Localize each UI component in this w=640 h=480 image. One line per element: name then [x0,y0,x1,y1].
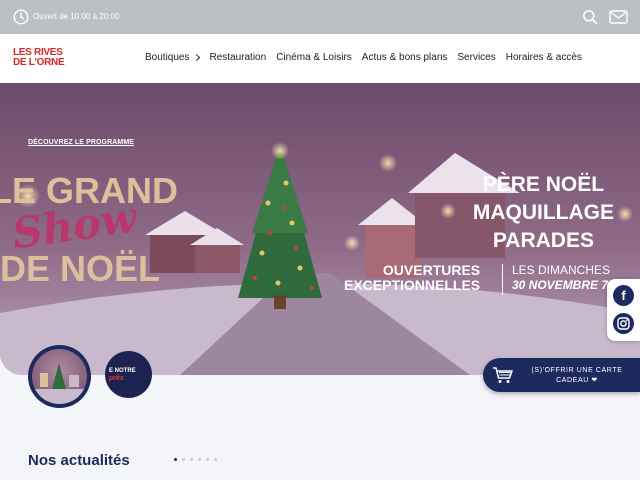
hero-program-item: PÈRE NOËL [482,173,605,196]
news-section-title: Nos actualités [28,452,130,469]
hero-program-item: PARADES [492,229,594,252]
social-sidebar: f [607,279,640,341]
carousel-dot[interactable] [214,458,217,461]
hero-days-text: LES DIMANCHES 30 NOVEMBRE 7, [512,263,612,292]
logo-line-2: DE L'ORNE [13,57,65,68]
nav-item-horaires-acces[interactable]: Horaires & accès [506,52,582,63]
carousel-dot[interactable] [206,458,209,461]
hero-program-item: MAQUILLAGE [472,201,614,224]
facebook-icon[interactable]: f [613,285,634,306]
top-info-bar: Ouvert de 10:00 à 20:00 [0,0,640,34]
hero-openings-text: OUVERTURES EXCEPTIONNELLES [344,262,481,293]
gift-card-label: (S)'OFFRIR UNE CARTE CADEAU ❤ [531,367,623,384]
main-nav: Boutiques Restauration Cinéma & Loisirs … [145,52,592,63]
hero-program-list: PÈRE NOËL MAQUILLAGE PARADES [473,171,614,255]
main-navbar: LES RIVES DE L'ORNE Boutiques Restaurati… [0,34,640,83]
carousel-dot[interactable] [190,458,193,461]
hero-title-line-2: DE NOËL [0,248,161,289]
search-icon[interactable] [582,9,598,25]
carousel-dot[interactable] [174,458,177,461]
nav-item-restauration[interactable]: Restauration [209,52,266,63]
site-logo[interactable]: LES RIVES DE L'ORNE [13,48,67,70]
chevron-right-icon [193,53,201,62]
gift-card-button[interactable]: (S)'OFFRIR UNE CARTE CADEAU ❤ [483,358,640,392]
nav-item-services[interactable]: Services [457,52,495,63]
clock-icon [13,9,29,25]
carousel-dot[interactable] [182,458,185,461]
mail-icon[interactable] [609,9,628,25]
nav-item-actus-bons-plans[interactable]: Actus & bons plans [362,52,448,63]
nav-item-cinema-loisirs[interactable]: Cinéma & Loisirs [276,52,352,63]
thumbnail-image [32,349,87,404]
instagram-icon[interactable] [613,313,634,334]
carousel-dot[interactable] [198,458,201,461]
discover-program-link[interactable]: DÉCOUVREZ LE PROGRAMME [28,139,134,146]
nav-item-boutiques[interactable]: Boutiques [145,52,201,63]
hero-banner[interactable]: DÉCOUVREZ LE PROGRAMME LE GRAND Show DE … [0,83,640,375]
carousel-thumbnail[interactable]: E NOTRE prés [105,351,152,398]
cart-icon [493,367,513,383]
opening-hours: Ouvert de 10:00 à 20:00 [33,12,120,21]
hero-separator [502,264,503,295]
news-carousel-dots [174,458,217,461]
carousel-thumbnail-active[interactable] [28,345,91,408]
thumbnail-text: E NOTRE prés [109,368,136,382]
